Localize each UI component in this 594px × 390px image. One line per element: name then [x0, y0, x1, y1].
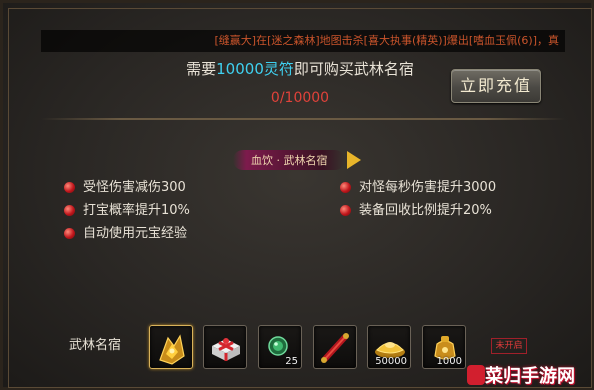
recharge-panel: [缝赢大]在[迷之森林]地图击杀[喜大执事(精英)]爆出[嗜血玉佩(6)]，真 …: [0, 0, 594, 390]
reward-slot[interactable]: [313, 325, 357, 369]
red-bullet-icon: [64, 205, 75, 216]
requirement-prefix: 需要: [186, 60, 217, 78]
red-bullet-icon: [340, 205, 351, 216]
reward-slot[interactable]: [203, 325, 247, 369]
watermark-logo: [467, 365, 485, 385]
rewards-label: 武林名宿: [69, 338, 122, 353]
reward-slot[interactable]: 50000: [367, 325, 411, 369]
privilege-title: 血饮 · 武林名宿: [251, 154, 328, 167]
red-scroll-icon: [321, 333, 349, 363]
gift-box-icon: [212, 338, 240, 361]
item-count: 25: [285, 356, 298, 367]
golden-armor-icon: [159, 334, 185, 365]
item-count: 1000: [436, 356, 462, 367]
stat-label: 对怪每秒伤害提升3000: [359, 180, 497, 195]
reward-slot[interactable]: [149, 325, 193, 369]
stat-label: 自动使用元宝经验: [83, 226, 188, 241]
watermark-text: 菜归手游网: [485, 366, 575, 387]
stat-label: 装备回收比例提升20%: [359, 203, 492, 218]
recharge-button[interactable]: 立即充值: [451, 69, 541, 103]
status-badge: 未开启: [491, 338, 527, 354]
divider: [41, 118, 565, 120]
reward-slot[interactable]: 1000: [422, 325, 466, 369]
red-bullet-icon: [64, 182, 75, 193]
server-broadcast: [缝赢大]在[迷之森林]地图击杀[喜大执事(精英)]爆出[嗜血玉佩(6)]，真: [41, 30, 565, 52]
stat-label: 受怪伤害减伤300: [83, 180, 186, 195]
red-bullet-icon: [340, 182, 351, 193]
privilege-title-ribbon: 血饮 · 武林名宿: [233, 147, 365, 173]
arrow-right-icon: [347, 151, 361, 169]
requirement-suffix: 即可购买武林名宿: [293, 60, 414, 78]
reward-slot[interactable]: 25: [258, 325, 302, 369]
requirement-amount: 10000灵符: [216, 60, 294, 78]
item-count: 50000: [375, 356, 407, 367]
stat-label: 打宝概率提升10%: [83, 203, 190, 218]
red-bullet-icon: [64, 228, 75, 239]
